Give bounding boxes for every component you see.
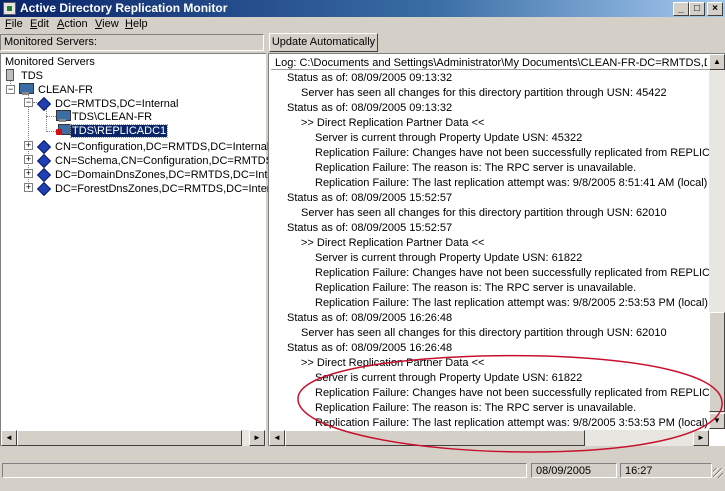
log-line: Replication Failure: Changes have not be… xyxy=(315,387,709,399)
log-content: Status as of: 08/09/2005 09:13:32 Server … xyxy=(269,69,709,429)
expand-partition-toggle[interactable]: + xyxy=(24,183,33,192)
log-horizontal-scrollbar[interactable]: ◄ ► xyxy=(269,430,709,446)
log-line: Server is current through Property Updat… xyxy=(315,132,583,144)
log-line: Server is current through Property Updat… xyxy=(315,372,583,384)
log-line: Replication Failure: Changes have not be… xyxy=(315,147,709,159)
menu-file[interactable]: File xyxy=(5,18,23,30)
server-icon xyxy=(19,83,34,95)
expand-partition-toggle[interactable]: + xyxy=(24,155,33,164)
log-line: Server is current through Property Updat… xyxy=(315,252,583,264)
schema-partition-icon xyxy=(38,154,51,166)
tree-item-partition-domain[interactable]: DC=RMTDS,DC=Internal xyxy=(55,98,178,110)
log-line: Replication Failure: The reason is: The … xyxy=(315,402,637,414)
status-time: 16:27 xyxy=(620,463,712,478)
tree-root-label: Monitored Servers xyxy=(5,56,95,68)
log-line: Status as of: 08/09/2005 16:26:48 xyxy=(287,312,453,324)
status-bar: 08/09/2005 16:27 xyxy=(0,460,725,491)
log-line: >> Direct Replication Partner Data << xyxy=(301,117,485,129)
scroll-thumb[interactable] xyxy=(17,430,242,446)
domain-partition-icon xyxy=(38,97,51,109)
tree-item-partition-domaindnszones[interactable]: DC=DomainDnsZones,DC=RMTDS,DC=Internal xyxy=(55,169,292,181)
scroll-thumb[interactable] xyxy=(285,430,585,446)
replmon-app-icon xyxy=(3,2,16,15)
title-bar[interactable]: Active Directory Replication Monitor _ □… xyxy=(0,0,725,17)
tree-item-site[interactable]: TDS xyxy=(21,70,43,82)
expand-partition-toggle[interactable]: + xyxy=(24,169,33,178)
site-icon xyxy=(6,69,14,81)
log-panel[interactable]: Log: C:\Documents and Settings\Administr… xyxy=(268,53,725,446)
update-automatically-button[interactable]: Update Automatically xyxy=(269,33,378,52)
scroll-left-button[interactable]: ◄ xyxy=(1,430,17,446)
log-vertical-scrollbar[interactable]: ▲ ▼ xyxy=(709,54,725,429)
log-line: Replication Failure: The reason is: The … xyxy=(315,162,637,174)
tree-item-partition-configuration[interactable]: CN=Configuration,DC=RMTDS,DC=Internal xyxy=(55,141,269,153)
menu-help[interactable]: Help xyxy=(125,18,148,30)
menu-bar: File Edit Action View Help xyxy=(0,17,725,33)
window-title: Active Directory Replication Monitor xyxy=(20,1,228,15)
log-line: Replication Failure: The last replicatio… xyxy=(315,177,708,189)
tree-connector xyxy=(46,108,47,132)
scroll-right-button[interactable]: ► xyxy=(249,430,265,446)
log-line: >> Direct Replication Partner Data << xyxy=(301,237,485,249)
log-line: Status as of: 08/09/2005 09:13:32 xyxy=(287,102,453,114)
tree-item-server[interactable]: CLEAN-FR xyxy=(38,84,93,96)
menu-action[interactable]: Action xyxy=(57,18,88,30)
log-line: Status as of: 08/09/2005 16:26:48 xyxy=(287,342,453,354)
scroll-thumb[interactable] xyxy=(709,312,725,412)
log-line: Replication Failure: The last replicatio… xyxy=(315,297,708,309)
menu-edit[interactable]: Edit xyxy=(30,18,49,30)
collapse-partition-toggle[interactable]: − xyxy=(24,98,33,107)
log-line: >> Direct Replication Partner Data << xyxy=(301,357,485,369)
log-line: Server has seen all changes for this dir… xyxy=(301,327,667,339)
maximize-button[interactable]: □ xyxy=(689,2,705,16)
log-line: Replication Failure: Changes have not be… xyxy=(315,267,709,279)
tree-item-partition-forestdnszones[interactable]: DC=ForestDnsZones,DC=RMTDS,DC=Internal xyxy=(55,183,285,195)
tree-item-partition-schema[interactable]: CN=Schema,CN=Configuration,DC=RMTDS,DC xyxy=(55,155,292,167)
domaindnszones-partition-icon xyxy=(38,168,51,180)
collapse-server-toggle[interactable]: − xyxy=(6,85,15,94)
configuration-partition-icon xyxy=(38,140,51,152)
scroll-down-button[interactable]: ▼ xyxy=(709,413,725,429)
status-date: 08/09/2005 xyxy=(531,463,617,478)
partner-error-icon xyxy=(56,124,71,136)
expand-partition-toggle[interactable]: + xyxy=(24,141,33,150)
log-line: Replication Failure: The last replicatio… xyxy=(315,417,708,429)
minimize-button[interactable]: _ xyxy=(673,2,689,16)
server-tree-panel[interactable]: Monitored Servers TDS − CLEAN-FR − DC=RM… xyxy=(0,53,292,446)
partner-server-icon xyxy=(56,110,71,122)
close-button[interactable]: × xyxy=(707,2,723,16)
log-line: Status as of: 08/09/2005 15:52:57 xyxy=(287,222,453,234)
scroll-left-button[interactable]: ◄ xyxy=(269,430,285,446)
log-line: Status as of: 08/09/2005 15:52:57 xyxy=(287,192,453,204)
log-file-path: Log: C:\Documents and Settings\Administr… xyxy=(275,57,707,69)
resize-grip[interactable] xyxy=(713,468,723,478)
log-line: Server has seen all changes for this dir… xyxy=(301,87,667,99)
menu-view[interactable]: View xyxy=(95,18,119,30)
log-line: Status as of: 08/09/2005 09:13:32 xyxy=(287,72,453,84)
tree-connector xyxy=(46,131,56,132)
status-message-cell xyxy=(2,463,527,478)
tree-item-partner-replicadc1[interactable]: TDS\REPLICADC1 xyxy=(69,124,169,138)
log-line: Server has seen all changes for this dir… xyxy=(301,207,667,219)
forestdnszones-partition-icon xyxy=(38,182,51,194)
scroll-up-button[interactable]: ▲ xyxy=(709,54,725,70)
tree-connector xyxy=(46,116,56,117)
log-line: Replication Failure: The reason is: The … xyxy=(315,282,637,294)
tree-item-partner-clean-fr[interactable]: TDS\CLEAN-FR xyxy=(72,111,152,123)
tree-horizontal-scrollbar[interactable]: ◄ ► xyxy=(1,430,266,446)
scroll-right-button[interactable]: ► xyxy=(693,430,709,446)
monitored-servers-header: Monitored Servers: xyxy=(0,34,264,51)
